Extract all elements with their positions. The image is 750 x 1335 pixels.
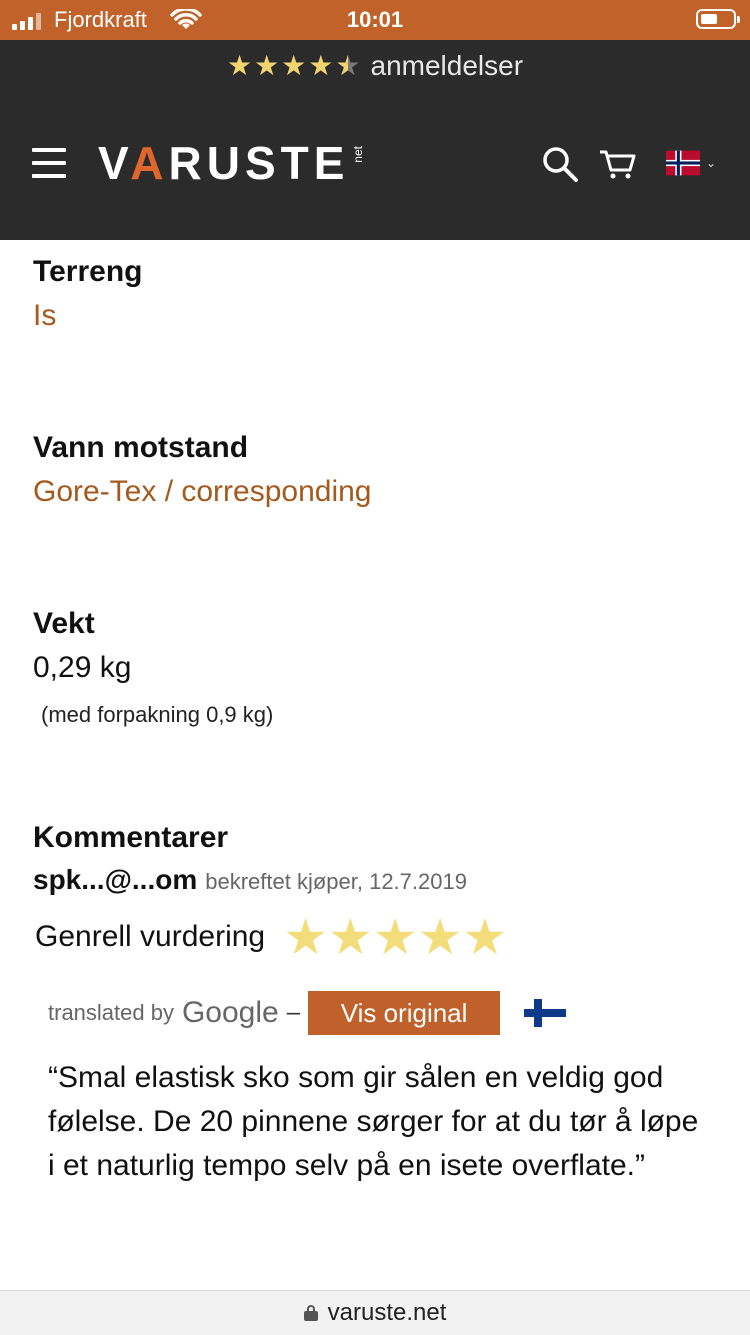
comments-section: Kommentarer spk...@...om bekreftet kjøper… [33,820,723,1188]
site-header: VARUSTE net ⌄ [0,92,750,240]
star-icon: ★ [281,50,307,81]
comments-title: Kommentarer [33,821,229,854]
logo-suffix: net [351,146,366,163]
reviewer-meta: bekreftet kjøper, 12.7.2019 [205,869,467,894]
norway-flag-icon[interactable] [666,150,700,176]
search-icon[interactable] [540,144,580,184]
browser-url-bar[interactable]: varuste.net [0,1290,750,1335]
spec-title: Vekt [33,607,95,640]
finland-flag-icon [524,999,567,1027]
spec-note: (med forpakning 0,9 kg) [41,702,274,727]
spec-title: Terreng [33,255,143,288]
reviewer-email: spk...@...om [33,864,198,895]
overall-rating-stars: ★ ★ ★ ★ ★ [283,909,508,965]
rating-stars: ★ ★ ★ ★ ★ [227,52,361,80]
reviews-link-text[interactable]: anmeldelser [371,50,524,82]
review-text: “Smal elastisk sko som gir sålen en veld… [48,1061,699,1182]
battery-icon [696,9,740,29]
overall-rating: Genrell vurdering ★ ★ ★ ★ ★ [33,909,723,965]
translation-row: translated by Google – Vis original [48,990,723,1036]
spec-value-link[interactable]: Gore-Tex / corresponding [33,472,372,512]
spec-value: 0,29 kg [33,651,132,684]
star-icon: ★ [226,50,253,81]
logo-wordmark: VARUSTE [98,137,350,189]
reviews-bar[interactable]: ★ ★ ★ ★ ★ anmeldelser [0,40,750,92]
google-logo: Google [181,996,279,1029]
star-icon: ★ [462,909,508,965]
star-icon: ★ [254,50,280,81]
reviewer-line: spk...@...om bekreftet kjøper, 12.7.2019 [33,864,723,896]
spec-weight: Vekt 0,29 kg (med forpakning 0,9 kg) [33,606,273,728]
separator-dash: – [286,999,301,1026]
star-icon: ★ [308,50,334,81]
chevron-down-icon[interactable]: ⌄ [706,156,716,170]
spec-value-link[interactable]: Is [33,296,142,336]
cart-icon[interactable] [598,148,638,180]
url-text[interactable]: varuste.net [328,1299,447,1327]
star-icon: ★ [327,909,373,965]
half-star-icon: ★ [335,50,361,81]
star-icon: ★ [417,909,463,965]
site-logo[interactable]: VARUSTE net [98,140,365,190]
overall-rating-label: Genrell vurdering [35,920,266,953]
show-original-button[interactable]: Vis original [308,991,501,1035]
spec-terrain: Terreng Is [33,254,142,336]
status-bar: Fjordkraft 10:01 [0,0,750,40]
menu-icon[interactable] [32,148,66,178]
spec-title: Vann motstand [33,431,249,464]
translated-by-label: translated by [48,1000,174,1025]
lock-icon [303,1305,318,1321]
star-icon: ★ [283,909,328,965]
spec-water-resistance: Vann motstand Gore-Tex / corresponding [33,430,372,512]
clock: 10:01 [346,7,404,32]
star-icon: ★ [372,909,418,965]
